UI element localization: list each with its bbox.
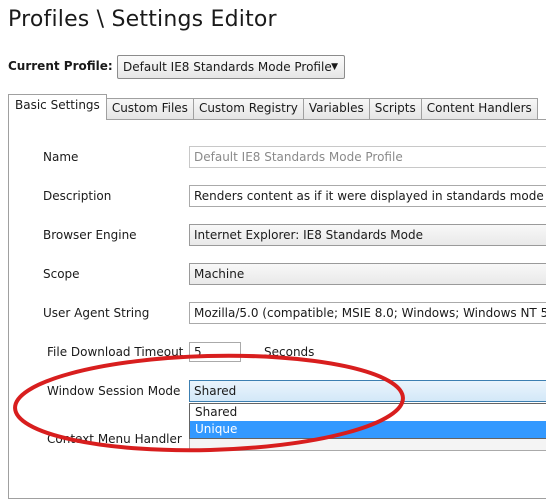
settings-tabs: Basic Settings Custom Files Custom Regis… <box>8 94 538 120</box>
page-title: Profiles \ Settings Editor <box>8 7 277 32</box>
tab-content-handlers[interactable]: Content Handlers <box>420 98 538 120</box>
timeout-unit-label: Seconds <box>264 345 315 359</box>
scope-label: Scope <box>43 267 80 281</box>
tab-scripts[interactable]: Scripts <box>368 98 422 120</box>
user-agent-field[interactable]: Mozilla/5.0 (compatible; MSIE 8.0; Windo… <box>189 302 546 324</box>
tab-custom-files[interactable]: Custom Files <box>105 98 194 120</box>
file-download-timeout-input[interactable]: 5 <box>189 342 241 362</box>
file-download-timeout-label: File Download Timeout <box>47 345 184 359</box>
current-profile-label: Current Profile: <box>8 59 113 73</box>
context-menu-handler-label: Context Menu Handler <box>47 432 182 446</box>
option-unique[interactable]: Unique <box>190 421 546 438</box>
description-label: Description <box>43 189 112 203</box>
name-label: Name <box>43 150 79 164</box>
window-session-mode-select[interactable]: Shared <box>189 380 546 402</box>
chevron-down-icon: ▼ <box>331 62 338 72</box>
name-field[interactable]: Default IE8 Standards Mode Profile <box>189 146 546 168</box>
user-agent-label: User Agent String <box>43 306 150 320</box>
browser-engine-select[interactable]: Internet Explorer: IE8 Standards Mode <box>189 224 546 246</box>
current-profile-select[interactable]: Default IE8 Standards Mode Profile ▼ <box>117 55 345 79</box>
window-session-mode-dropdown: Shared Unique <box>189 403 546 439</box>
tab-basic-settings[interactable]: Basic Settings <box>8 94 107 120</box>
tab-variables[interactable]: Variables <box>302 98 370 120</box>
window-session-mode-label: Window Session Mode <box>47 384 181 398</box>
current-profile-value: Default IE8 Standards Mode Profile <box>123 60 332 74</box>
scope-select[interactable]: Machine <box>189 263 546 285</box>
browser-engine-label: Browser Engine <box>43 228 137 242</box>
description-field[interactable]: Renders content as if it were displayed … <box>189 185 546 207</box>
tab-custom-registry[interactable]: Custom Registry <box>192 98 304 120</box>
option-shared[interactable]: Shared <box>190 404 546 421</box>
